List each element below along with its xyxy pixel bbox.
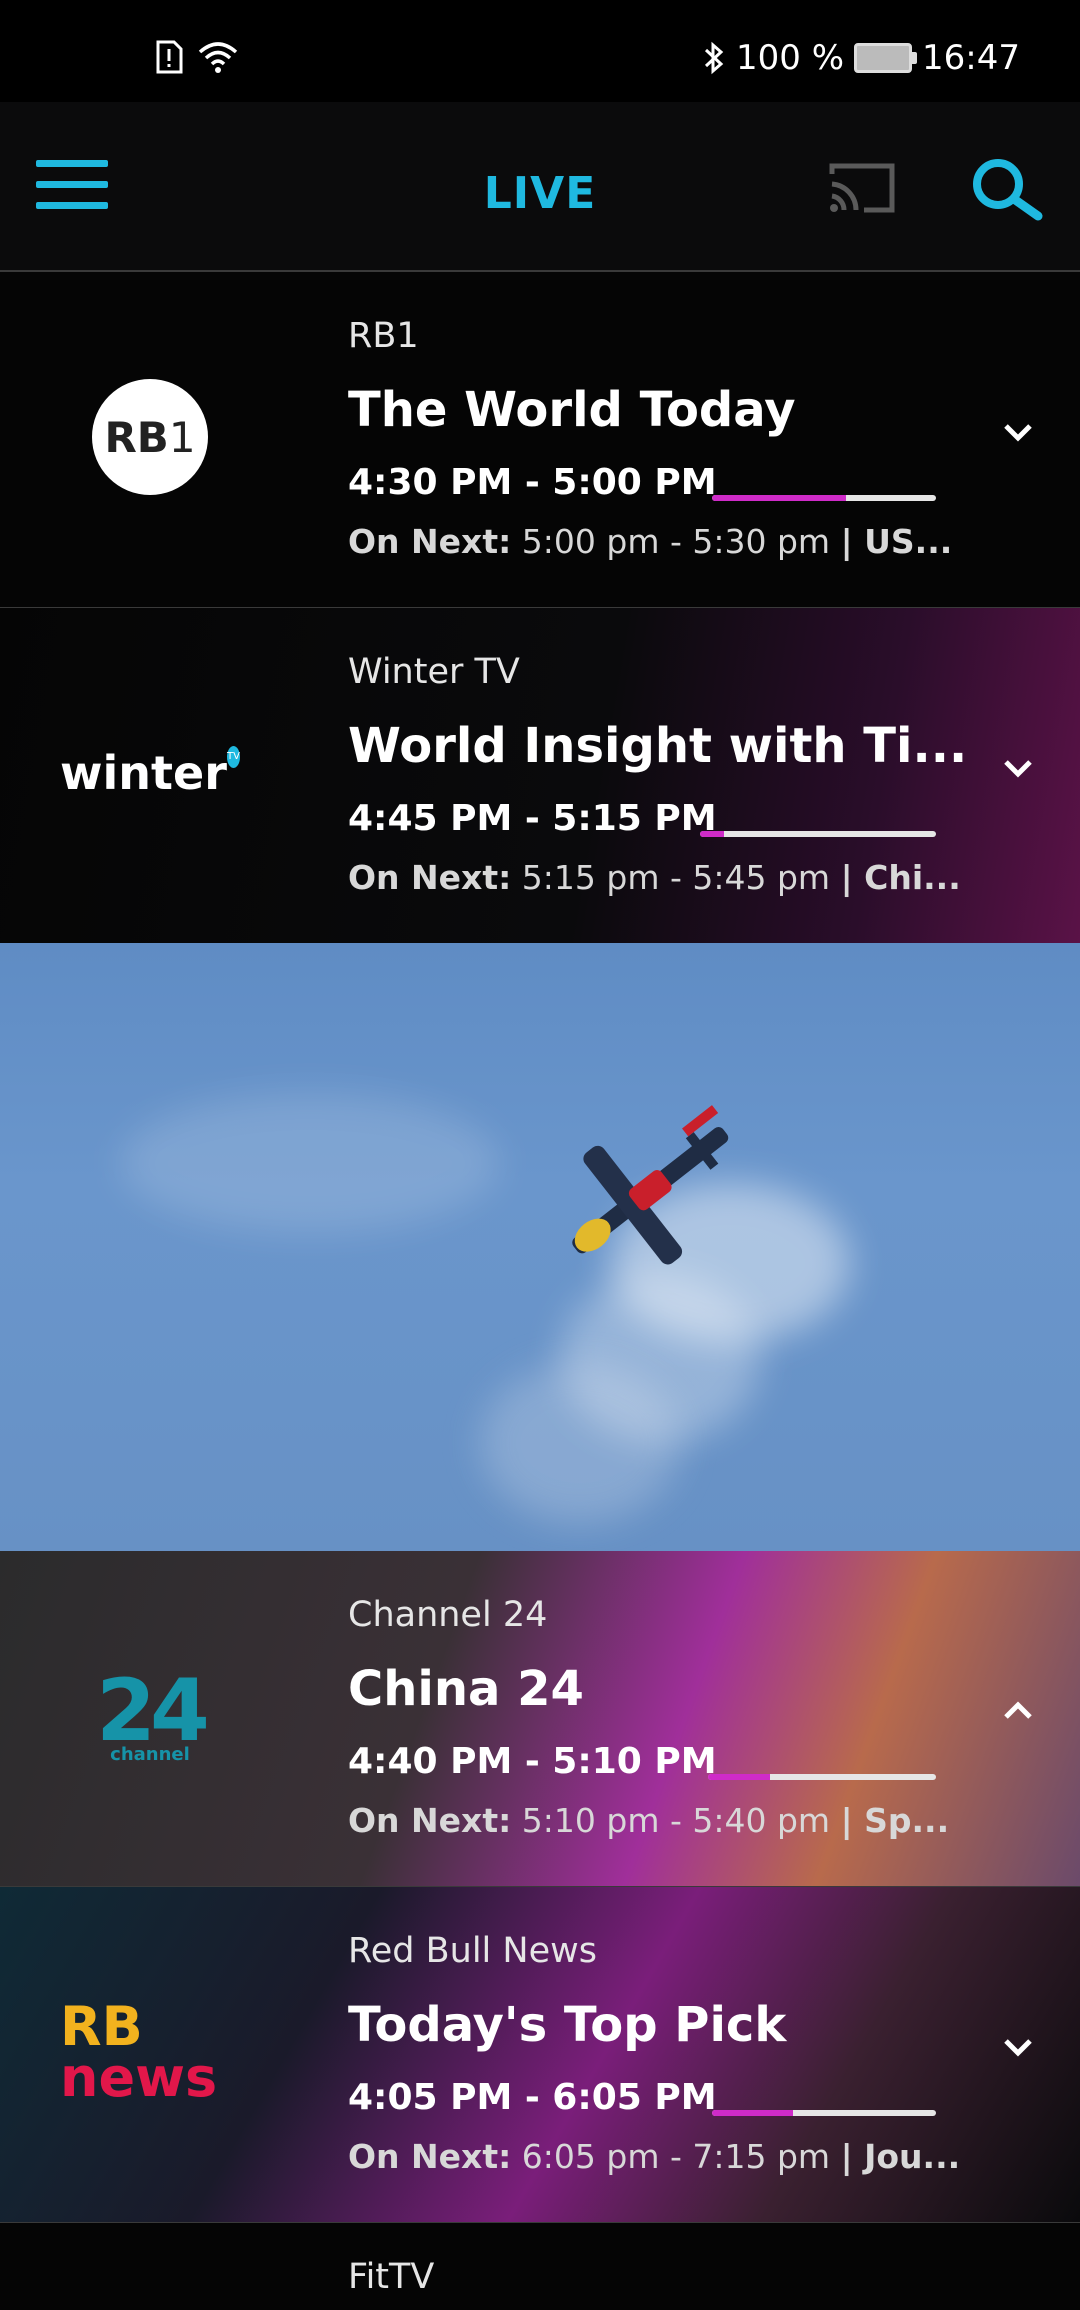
- chevron-down-icon[interactable]: [998, 748, 1038, 788]
- program-title: World Insight with Ti...: [348, 718, 968, 774]
- chevron-down-icon[interactable]: [998, 2027, 1038, 2067]
- program-title: Today's Top Pick: [348, 1997, 787, 2053]
- status-bar: 100 % 16:47: [0, 0, 1080, 102]
- channel-name: Winter TV: [348, 652, 520, 692]
- battery-icon: [854, 43, 918, 73]
- bluetooth-icon: [704, 41, 724, 75]
- program-progress: [708, 1774, 936, 1780]
- channel-row[interactable]: RB news Red Bull News Today's Top Pick 4…: [0, 1887, 1080, 2224]
- program-title: The World Today: [348, 382, 796, 438]
- video-player[interactable]: [0, 943, 1080, 1551]
- next-program: On Next: 5:15 pm - 5:45 pm | Chi...: [348, 858, 961, 897]
- channel-row-selected[interactable]: 24 channel Channel 24 China 24 4:40 PM -…: [0, 1551, 1080, 1888]
- clock: 16:47: [922, 38, 1020, 78]
- sim-alert-icon: [156, 40, 183, 74]
- next-program: On Next: 6:05 pm - 7:15 pm | Jou...: [348, 2137, 961, 2176]
- wifi-icon: [198, 42, 238, 73]
- channel-row[interactable]: winter TV Winter TV World Insight with T…: [0, 608, 1080, 945]
- channel-logo-rbnews: RB news: [60, 1995, 218, 2109]
- program-title: China 24: [348, 1661, 584, 1717]
- program-progress: [712, 2110, 936, 2116]
- program-time: 4:45 PM - 5:15 PM: [348, 798, 717, 839]
- channel-name: Red Bull News: [348, 1931, 597, 1971]
- chevron-up-icon[interactable]: [998, 1691, 1038, 1731]
- chevron-down-icon[interactable]: [998, 412, 1038, 452]
- next-program: On Next: 5:10 pm - 5:40 pm | Sp...: [348, 1801, 950, 1840]
- search-icon[interactable]: [968, 156, 1044, 222]
- channel-row[interactable]: RB 1 RB1 The World Today 4:30 PM - 5:00 P…: [0, 272, 1080, 609]
- program-progress: [700, 831, 936, 837]
- channel-name: FitTV: [348, 2257, 435, 2297]
- battery-percent: 100 %: [736, 38, 845, 78]
- channel-logo-rb1: RB 1: [60, 372, 240, 502]
- channel-logo-channel24: 24 channel: [96, 1660, 210, 1765]
- program-time: 4:30 PM - 5:00 PM: [348, 462, 717, 503]
- program-time: 4:05 PM - 6:05 PM: [348, 2077, 717, 2118]
- channel-logo-winter: winter TV: [60, 746, 240, 800]
- cast-icon[interactable]: [826, 160, 898, 216]
- airplane-image: [572, 1105, 729, 1265]
- channel-name: Channel 24: [348, 1595, 548, 1635]
- channel-name: RB1: [348, 316, 419, 356]
- app-bar: LIVE: [0, 102, 1080, 272]
- channel-row[interactable]: FitTV: [0, 2223, 1080, 2310]
- page-title: LIVE: [483, 168, 597, 219]
- program-progress: [712, 495, 936, 501]
- next-program: On Next: 5:00 pm - 5:30 pm | US...: [348, 522, 953, 561]
- program-time: 4:40 PM - 5:10 PM: [348, 1741, 717, 1782]
